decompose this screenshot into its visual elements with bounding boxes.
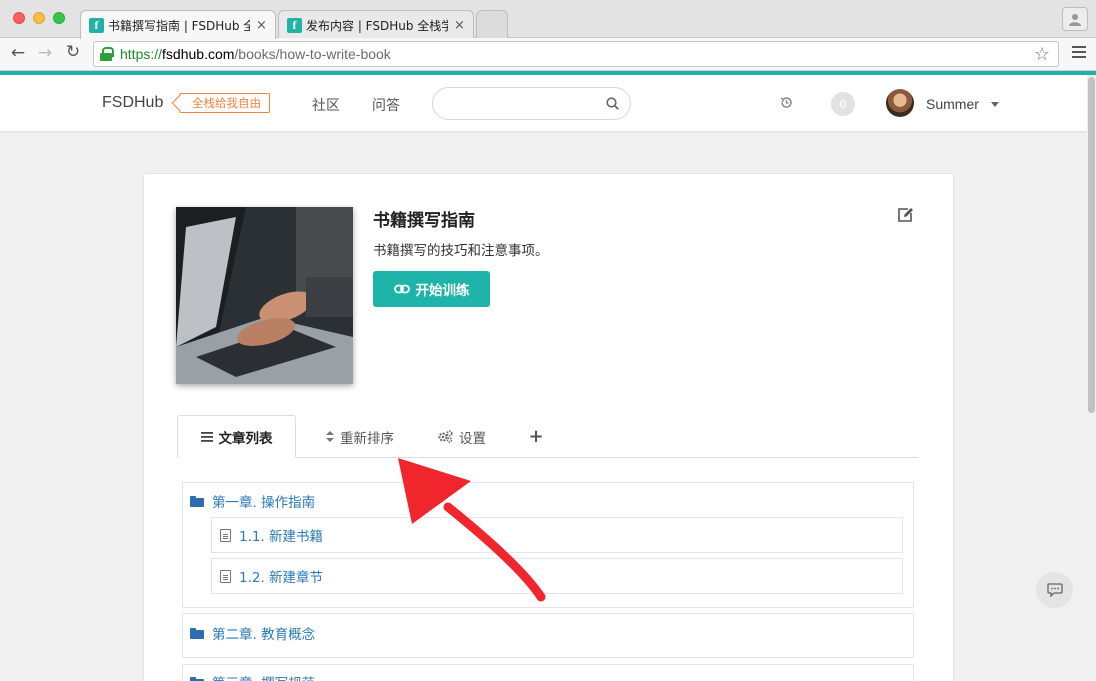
search-icon[interactable]	[606, 97, 619, 110]
close-tab-icon[interactable]: ×	[256, 18, 267, 33]
scrollbar-thumb[interactable]	[1088, 77, 1095, 413]
start-training-label: 开始训练	[415, 283, 470, 299]
section-item[interactable]: 1.2. 新建章节	[211, 558, 903, 594]
url-host: fsdhub.com	[162, 46, 235, 62]
start-training-button[interactable]: 开始训练	[373, 271, 490, 307]
back-arrow-icon[interactable]: ←	[7, 43, 29, 63]
add-tab-button[interactable]: +	[522, 415, 550, 458]
fsdhub-favicon-icon: f	[89, 17, 104, 33]
tab-articles-label: 文章列表	[218, 430, 273, 447]
chapter-title: 第三章. 撰写规范	[212, 672, 315, 681]
tab-settings[interactable]: 设置	[428, 415, 496, 458]
chevron-down-icon[interactable]	[991, 102, 999, 107]
url-scheme: https://	[120, 46, 163, 62]
avatar[interactable]	[886, 89, 914, 117]
lock-icon	[100, 47, 114, 61]
edit-icon[interactable]	[896, 206, 914, 224]
tab-reorder-label: 重新排序	[340, 430, 394, 447]
history-icon[interactable]	[779, 95, 794, 110]
folder-icon	[190, 676, 204, 681]
book-description: 书籍撰写的技巧和注意事项。	[373, 243, 549, 259]
browser-menu-icon[interactable]	[1072, 46, 1086, 61]
forward-arrow-icon[interactable]: →	[34, 43, 56, 63]
window-controls	[13, 12, 65, 24]
bookmark-star-icon[interactable]: ☆	[1034, 44, 1050, 65]
book-cover-image	[176, 207, 353, 384]
close-window-button[interactable]	[13, 12, 25, 24]
chapter-1-title[interactable]: 第一章. 操作指南	[190, 491, 315, 511]
reload-icon[interactable]: ↻	[62, 42, 84, 62]
section-title: 1.1. 新建书籍	[239, 529, 324, 545]
slogan-badge: 全栈给我自由	[179, 93, 270, 113]
chapter-3-title[interactable]: 第三章. 撰写规范	[190, 672, 315, 681]
chat-bubble-icon	[1046, 583, 1063, 597]
chapter-2-title[interactable]: 第二章. 教育概念	[190, 623, 315, 643]
profile-icon[interactable]	[1062, 7, 1088, 31]
chapter-title: 第一章. 操作指南	[212, 495, 316, 511]
tab-settings-label: 设置	[459, 430, 486, 447]
new-tab-button[interactable]	[476, 10, 508, 39]
gears-icon	[438, 430, 453, 443]
tab-title: 书籍撰写指南 | FSDHub 全栈	[108, 18, 250, 33]
fsdhub-favicon-icon: f	[287, 17, 302, 33]
site-header: FSDHub 全栈给我自由 社区 问答 0 Summer	[0, 75, 1087, 132]
section-title: 1.2. 新建章节	[239, 570, 324, 586]
minimize-window-button[interactable]	[33, 12, 45, 24]
folder-icon	[190, 495, 204, 507]
nav-qa[interactable]: 问答	[372, 95, 400, 115]
browser-tab-bar: f 书籍撰写指南 | FSDHub 全栈 × f 发布内容 | FSDHub 全…	[0, 0, 1096, 39]
folder-icon	[190, 627, 204, 639]
document-icon	[220, 528, 231, 542]
tab-reorder[interactable]: 重新排序	[310, 415, 410, 458]
chat-button[interactable]	[1036, 572, 1073, 608]
browser-tab-inactive[interactable]: f 发布内容 | FSDHub 全栈学院 ×	[278, 10, 474, 39]
list-icon	[200, 431, 213, 442]
section-item[interactable]: 1.1. 新建书籍	[211, 517, 903, 553]
document-icon	[220, 569, 231, 583]
tab-title: 发布内容 | FSDHub 全栈学院	[306, 18, 448, 33]
close-tab-icon[interactable]: ×	[454, 18, 465, 33]
page-scrollbar[interactable]	[1087, 75, 1096, 681]
zoom-window-button[interactable]	[53, 12, 65, 24]
url-path: /books/how-to-write-book	[234, 46, 391, 62]
sort-icon	[326, 431, 334, 442]
nav-community[interactable]: 社区	[312, 95, 340, 115]
username[interactable]: Summer	[926, 96, 979, 112]
site-logo[interactable]: FSDHub	[102, 94, 163, 112]
search-input[interactable]	[432, 87, 631, 120]
book-title: 书籍撰写指南	[373, 211, 475, 231]
url-input[interactable]: https://fsdhub.com/books/how-to-write-bo…	[93, 41, 1059, 67]
link-icon	[393, 284, 410, 294]
address-bar: ← → ↻ https://fsdhub.com/books/how-to-wr…	[0, 38, 1096, 71]
tab-articles[interactable]: 文章列表	[177, 415, 296, 458]
chapter-title: 第二章. 教育概念	[212, 627, 316, 643]
browser-tab-active[interactable]: f 书籍撰写指南 | FSDHub 全栈 ×	[80, 10, 276, 39]
notification-badge[interactable]: 0	[831, 92, 855, 116]
